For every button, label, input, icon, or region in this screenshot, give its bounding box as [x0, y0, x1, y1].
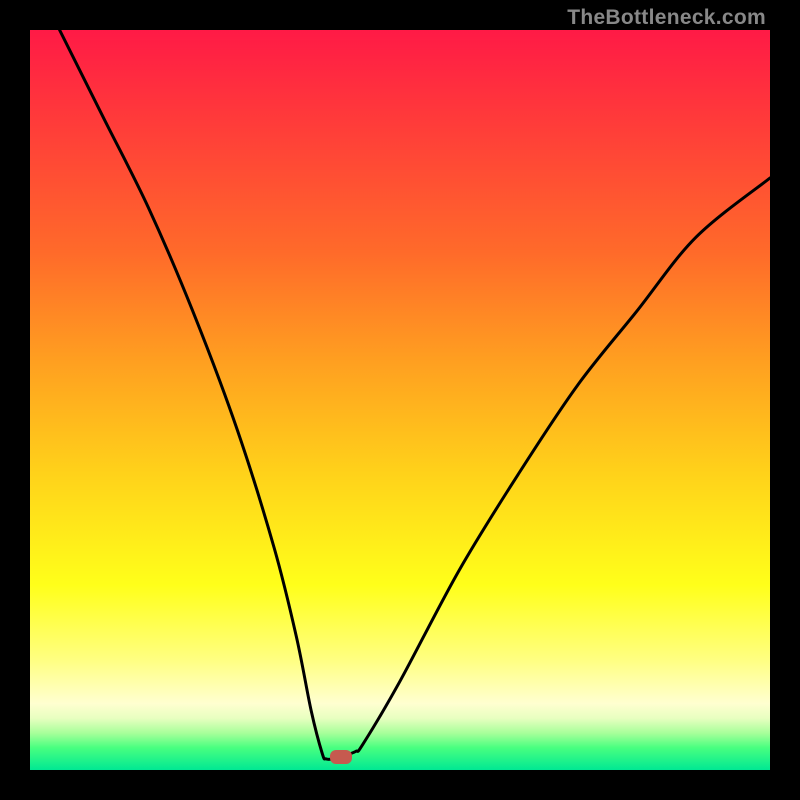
chart-curve — [30, 30, 770, 770]
watermark-text: TheBottleneck.com — [567, 6, 766, 30]
chart-frame: TheBottleneck.com — [0, 0, 800, 800]
chart-plot-area — [30, 30, 770, 770]
chart-marker — [330, 750, 352, 764]
